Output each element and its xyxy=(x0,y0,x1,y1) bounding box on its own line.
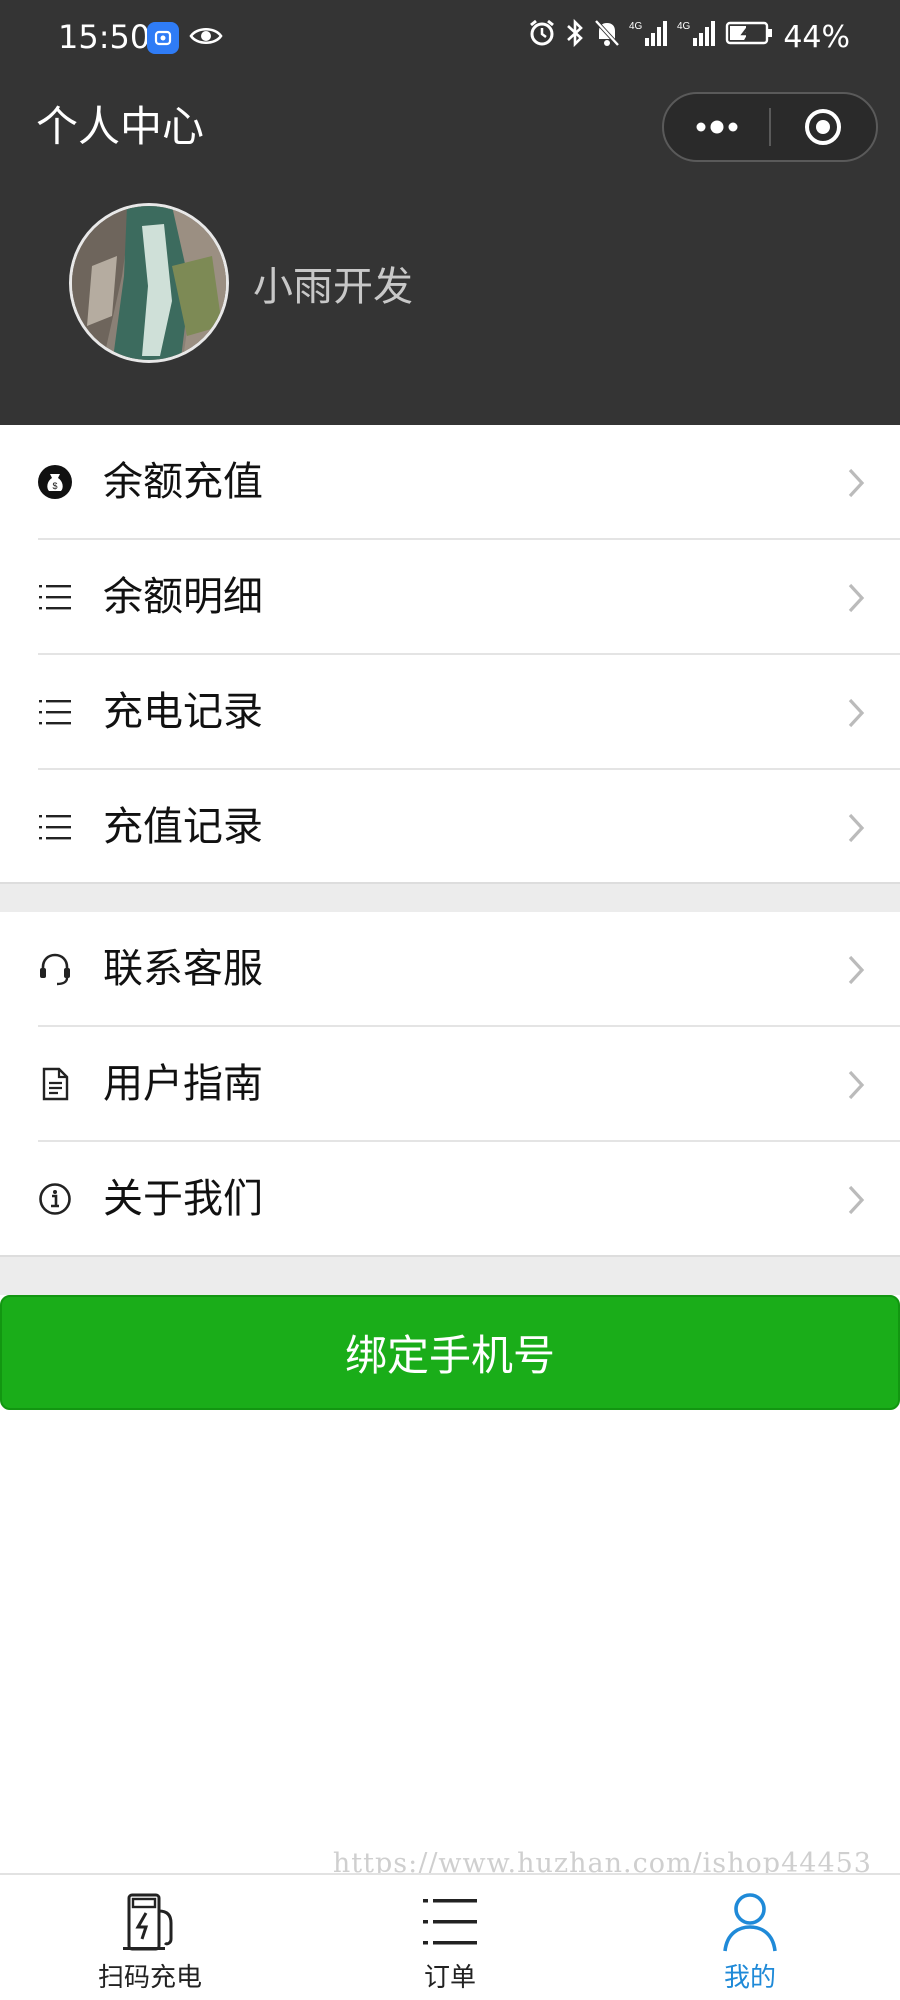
status-left-icons xyxy=(147,22,223,54)
menu-group-account: $ 余额充值 余额明细 充电记录 充值记录 xyxy=(0,425,900,885)
page-title: 个人中心 xyxy=(36,102,205,151)
list-icon xyxy=(36,808,74,846)
more-button[interactable] xyxy=(664,92,769,162)
avatar[interactable] xyxy=(69,203,229,363)
tab-label: 订单 xyxy=(423,1963,476,1993)
menu-item-recharge-records[interactable]: 充值记录 xyxy=(0,770,900,885)
menu-item-charging-records[interactable]: 充电记录 xyxy=(0,655,900,770)
chevron-right-icon xyxy=(848,698,865,728)
info-icon xyxy=(36,1180,74,1218)
menu-label: 余额充值 xyxy=(103,459,263,505)
charger-icon xyxy=(123,1893,173,1951)
profile-header: 15:50 4G 4G 44% 个人中心 小雨开发 xyxy=(0,0,900,425)
alarm-icon xyxy=(527,18,557,56)
tab-bar: 扫码充电 订单 我的 xyxy=(0,1873,900,2000)
close-button[interactable] xyxy=(771,92,876,162)
chevron-right-icon xyxy=(848,955,865,985)
section-divider xyxy=(0,882,900,914)
menu-item-about-us[interactable]: 关于我们 xyxy=(0,1142,900,1257)
menu-label: 充值记录 xyxy=(103,804,263,850)
list-icon xyxy=(36,693,74,731)
chevron-right-icon xyxy=(848,583,865,613)
miniprogram-capsule xyxy=(662,92,878,162)
tab-orders[interactable]: 订单 xyxy=(300,1875,600,2000)
bluetooth-icon xyxy=(565,18,585,56)
section-divider xyxy=(0,1255,900,1295)
app-root: 15:50 4G 4G 44% 个人中心 小雨开发 $ 余额充值 余额明细 充电… xyxy=(0,0,900,2000)
battery-icon xyxy=(725,18,775,56)
username: 小雨开发 xyxy=(253,264,413,310)
chevron-right-icon xyxy=(848,813,865,843)
bind-phone-button[interactable]: 绑定手机号 xyxy=(0,1295,900,1410)
menu-group-support: 联系客服 用户指南 关于我们 xyxy=(0,912,900,1257)
money-bag-icon: $ xyxy=(36,463,74,501)
tab-label: 扫码充电 xyxy=(97,1963,202,1993)
chevron-right-icon xyxy=(848,1185,865,1215)
menu-label: 关于我们 xyxy=(103,1176,263,1222)
svg-text:4G: 4G xyxy=(677,21,691,32)
tab-scan-charge[interactable]: 扫码充电 xyxy=(0,1875,300,2000)
headset-icon xyxy=(36,950,74,988)
menu-label: 充电记录 xyxy=(103,689,263,735)
svg-text:$: $ xyxy=(52,481,57,491)
eye-icon xyxy=(189,24,223,52)
menu-label: 联系客服 xyxy=(103,946,263,992)
menu-item-user-guide[interactable]: 用户指南 xyxy=(0,1027,900,1142)
chevron-right-icon xyxy=(848,1070,865,1100)
menu-label: 用户指南 xyxy=(103,1061,263,1107)
status-right-icons: 4G 4G 44% xyxy=(527,18,850,56)
chevron-right-icon xyxy=(848,468,865,498)
menu-item-balance-recharge[interactable]: $ 余额充值 xyxy=(0,425,900,540)
status-time: 15:50 xyxy=(58,18,151,56)
svg-text:4G: 4G xyxy=(629,21,643,32)
battery-percent: 44% xyxy=(783,19,850,55)
list-icon xyxy=(36,578,74,616)
app-notification-icon xyxy=(147,22,179,54)
signal-icon: 4G xyxy=(629,18,669,56)
mute-icon xyxy=(593,18,621,56)
user-profile: 小雨开发 xyxy=(69,203,413,363)
avatar-image xyxy=(72,206,226,360)
user-icon xyxy=(723,1893,777,1952)
signal-icon-2: 4G xyxy=(677,18,717,56)
document-icon xyxy=(36,1065,74,1103)
menu-item-customer-service[interactable]: 联系客服 xyxy=(0,912,900,1027)
status-bar: 15:50 4G 4G 44% xyxy=(0,0,900,80)
target-icon xyxy=(805,109,842,145)
list-icon xyxy=(423,1899,477,1945)
tab-label: 我的 xyxy=(723,1963,776,1993)
tab-mine[interactable]: 我的 xyxy=(600,1875,900,2000)
menu-label: 余额明细 xyxy=(103,574,263,620)
menu-item-balance-detail[interactable]: 余额明细 xyxy=(0,540,900,655)
more-dots-icon xyxy=(696,120,737,134)
